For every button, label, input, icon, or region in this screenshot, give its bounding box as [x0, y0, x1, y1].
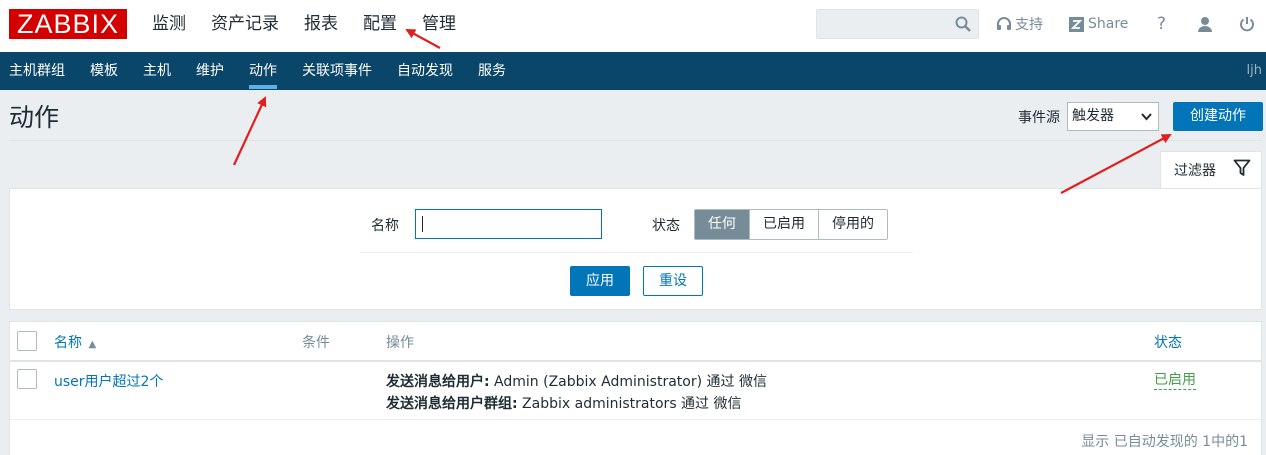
filter-state-label: 状态	[652, 218, 680, 234]
top-header: ZABBIX 监测 资产记录 报表 配置 管理 支持 Share ?	[0, 0, 1266, 52]
operation-line: 发送消息给用户群组: Zabbix administrators 通过 微信	[386, 393, 742, 413]
menu-inventory[interactable]: 资产记录	[211, 0, 279, 52]
zabbix-logo[interactable]: ZABBIX	[9, 9, 127, 39]
filter-state-radio-group: 任何 已启用 停用的	[694, 209, 888, 240]
create-action-button[interactable]: 创建动作	[1173, 102, 1263, 131]
apply-button[interactable]: 应用	[570, 266, 630, 296]
operation-text: Admin (Zabbix Administrator) 通过 微信	[489, 374, 767, 390]
column-status-header[interactable]: 状态	[1154, 332, 1182, 352]
chevron-down-icon	[1141, 113, 1152, 121]
action-name-link[interactable]: user用户超过2个	[54, 371, 163, 391]
filter-name-input[interactable]	[415, 209, 602, 239]
column-operations-header: 操作	[386, 335, 414, 351]
menu-configuration[interactable]: 配置	[363, 0, 397, 52]
headset-icon	[997, 17, 1011, 30]
subnav-actions[interactable]: 动作	[249, 52, 277, 90]
logout-button[interactable]	[1239, 0, 1255, 48]
sub-navigation: 主机群组 模板 主机 维护 动作 关联项事件 自动发现 服务 ljh	[0, 52, 1266, 90]
event-source-value: 触发器	[1072, 108, 1114, 124]
actions-table: 名称 ▲ 条件 操作 状态 user用户超过2个 发送消息给用户: Admin …	[9, 321, 1262, 455]
filter-icon	[1233, 159, 1251, 176]
subnav-services[interactable]: 服务	[478, 52, 506, 90]
column-name-label: 名称	[54, 335, 82, 351]
subnav-hosts[interactable]: 主机	[143, 52, 171, 90]
event-source-select[interactable]: 触发器	[1067, 102, 1159, 131]
state-enabled-option[interactable]: 已启用	[749, 210, 818, 239]
event-source-label: 事件源	[1018, 110, 1060, 126]
row-checkbox[interactable]	[17, 369, 37, 389]
page-title: 动作	[9, 103, 60, 132]
filter-panel: 名称 状态 任何 已启用 停用的 应用 重设	[9, 188, 1262, 310]
share-link[interactable]: Share	[1069, 0, 1128, 48]
filter-tab[interactable]: 过滤器	[1160, 151, 1262, 189]
column-conditions-header: 条件	[302, 335, 330, 351]
subnav-discovery[interactable]: 自动发现	[397, 52, 453, 90]
user-profile-button[interactable]	[1197, 0, 1213, 48]
user-icon	[1198, 17, 1212, 32]
search-icon[interactable]	[955, 16, 971, 32]
column-name-header[interactable]: 名称 ▲	[54, 332, 96, 352]
status-toggle-link[interactable]: 已启用	[1154, 371, 1196, 390]
support-label: 支持	[1015, 17, 1043, 33]
select-all-checkbox[interactable]	[17, 331, 37, 351]
search-input[interactable]	[816, 9, 979, 39]
zabbix-share-icon	[1069, 16, 1084, 32]
menu-reports[interactable]: 报表	[304, 0, 338, 52]
menu-administration[interactable]: 管理	[422, 0, 456, 52]
operation-line: 发送消息给用户: Admin (Zabbix Administrator) 通过…	[386, 371, 767, 391]
operation-label: 发送消息给用户群组:	[386, 396, 518, 412]
username: ljh	[1246, 63, 1262, 78]
subnav-event-correlation[interactable]: 关联项事件	[302, 52, 372, 90]
filter-name-label: 名称	[371, 218, 399, 234]
operation-label: 发送消息给用户:	[386, 374, 490, 390]
subnav-maintenance[interactable]: 维护	[196, 52, 224, 90]
share-label: Share	[1088, 16, 1129, 32]
subnav-host-groups[interactable]: 主机群组	[9, 52, 65, 90]
subnav-templates[interactable]: 模板	[90, 52, 118, 90]
header-divider	[9, 140, 1262, 141]
help-icon: ?	[1157, 14, 1167, 34]
filter-divider	[360, 252, 913, 253]
annotation-arrow	[233, 96, 267, 166]
sort-asc-icon: ▲	[88, 339, 97, 350]
filter-tab-label: 过滤器	[1174, 163, 1216, 179]
operation-text: Zabbix administrators 通过 微信	[517, 396, 742, 412]
table-row: user用户超过2个 发送消息给用户: Admin (Zabbix Admini…	[10, 362, 1261, 420]
help-button[interactable]: ?	[1157, 0, 1166, 48]
menu-monitoring[interactable]: 监测	[152, 0, 186, 52]
support-link[interactable]: 支持	[996, 0, 1043, 48]
power-icon	[1240, 17, 1254, 32]
state-any-option[interactable]: 任何	[695, 210, 749, 239]
annotation-arrow	[1060, 134, 1172, 194]
table-header: 名称 ▲ 条件 操作 状态	[10, 322, 1261, 362]
reset-button[interactable]: 重设	[643, 266, 703, 296]
table-record-count: 显示 已自动发现的 1中的1	[1081, 434, 1248, 450]
state-disabled-option[interactable]: 停用的	[818, 210, 887, 239]
main-menu: 监测 资产记录 报表 配置 管理	[152, 0, 481, 52]
